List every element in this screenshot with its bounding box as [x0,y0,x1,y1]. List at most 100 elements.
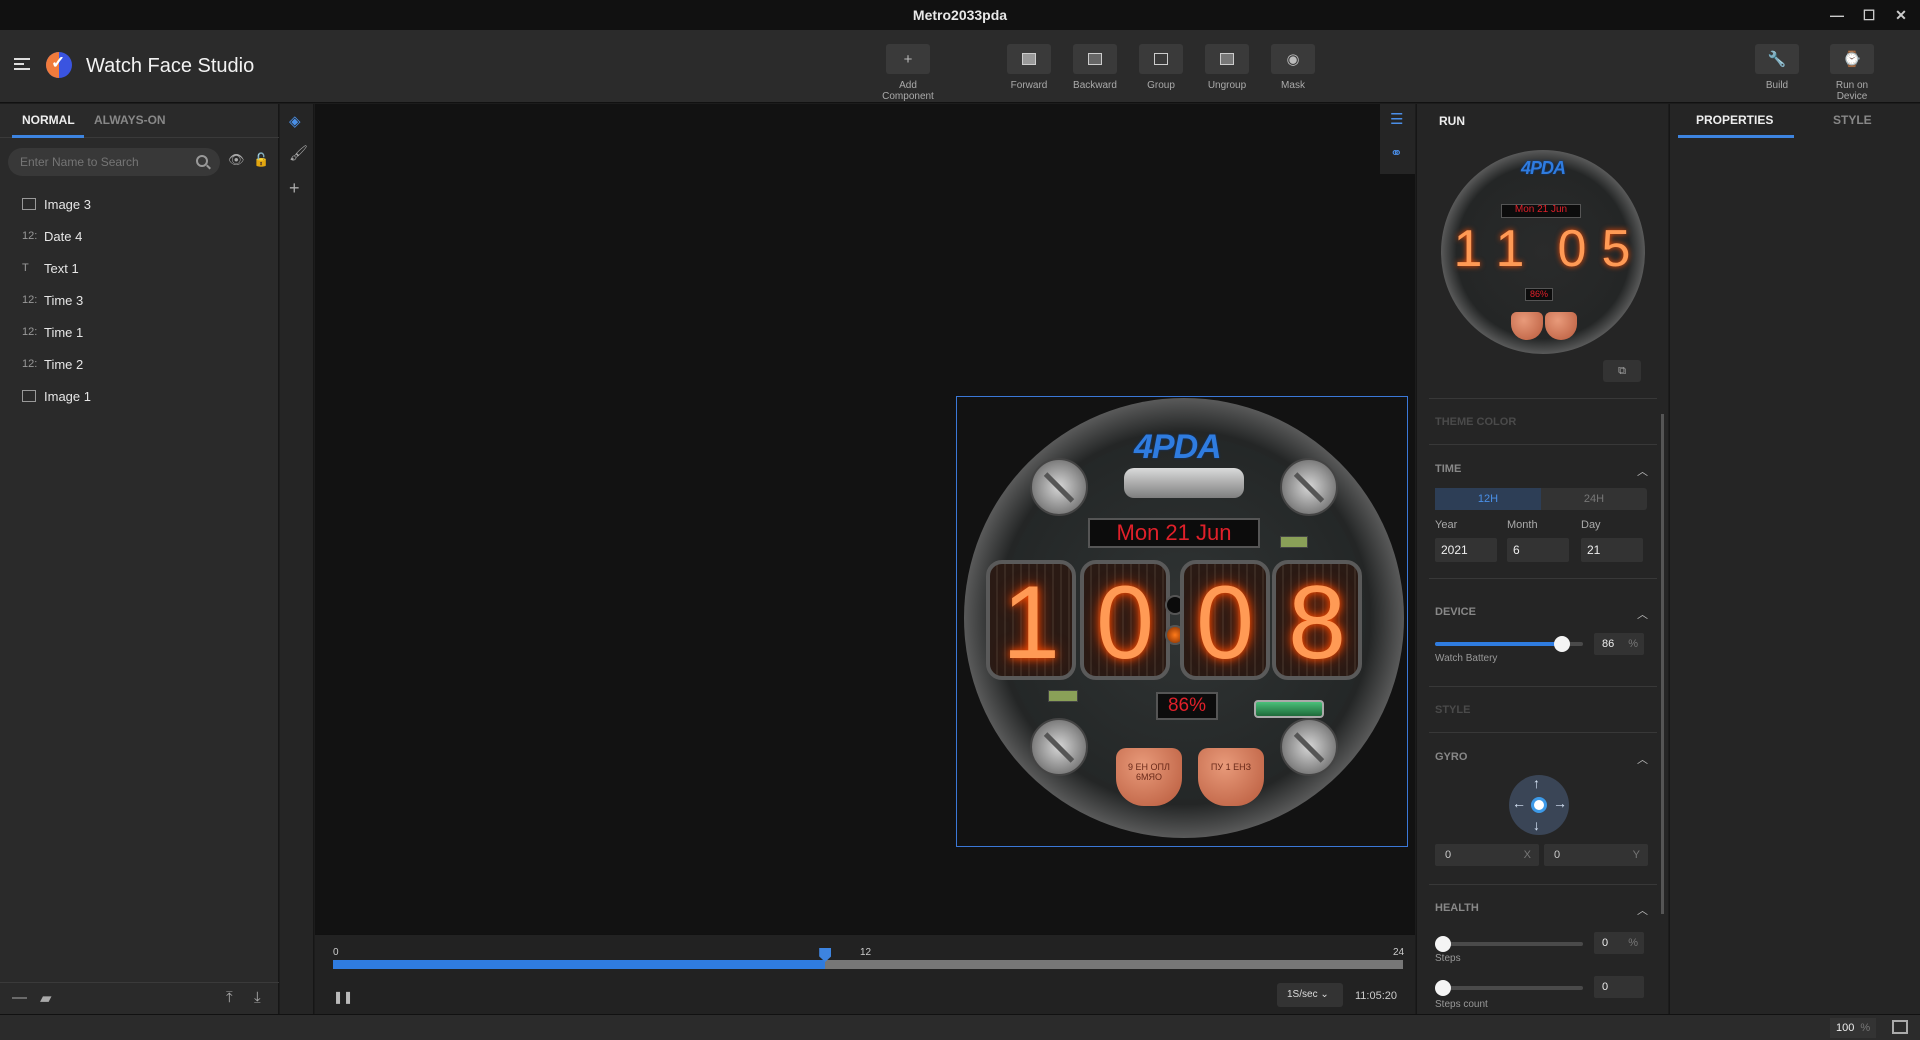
run-panel-scrollbar[interactable] [1661,414,1664,914]
brush-icon[interactable]: 🖌 [289,144,308,162]
watch-face-selection[interactable]: 4PDA Mon 21 Jun 1 0 0 8 86% 9 ЕН ОПЛ 6МЯ… [956,396,1408,847]
ungroup-button[interactable]: Ungroup [1195,44,1259,91]
divider [1429,578,1657,579]
external-link-icon[interactable]: ⧉ [1603,360,1641,382]
divider [1429,732,1657,733]
date-icon: 12: [22,230,38,242]
speed-value: 1S/sec [1287,989,1318,1000]
layer-item[interactable]: Image 3 [0,188,279,220]
health-section-header[interactable]: HEALTH [1435,902,1479,914]
add-component-label: Add Component [882,80,934,102]
layer-item[interactable]: T Text 1 [0,252,279,284]
gyro-section-header[interactable]: GYRO [1435,751,1467,763]
layer-item[interactable]: 12: Time 1 [0,316,279,348]
mask-button[interactable]: ◉ Mask [1261,44,1325,91]
device-section-header[interactable]: DEVICE [1435,606,1476,618]
mask-label: Mask [1281,80,1305,91]
group-button[interactable]: Group [1129,44,1193,91]
watch-face: 4PDA Mon 21 Jun 1 0 0 8 86% 9 ЕН ОПЛ 6МЯ… [964,398,1404,838]
time-format-toggle: 12H 24H [1435,488,1647,510]
vacuum-tube-decoration [1124,468,1244,498]
chevron-up-icon[interactable]: ︿ [1637,606,1648,622]
gyro-x-input[interactable]: 0X [1435,844,1539,866]
chevron-up-icon[interactable]: ︿ [1637,902,1648,918]
move-bottom-icon[interactable]: ⤓ [254,989,261,1006]
active-tab-indicator [12,135,84,138]
layer-label: Image 1 [44,388,91,404]
watch-battery-input[interactable]: 86% [1594,633,1644,655]
layers-icon[interactable]: ◈ [289,112,301,130]
folder-icon[interactable]: ▰ [40,989,52,1007]
layer-item[interactable]: Image 1 [0,380,279,412]
add-icon[interactable]: + [289,178,300,199]
close-button[interactable]: ✕ [1892,7,1910,24]
remove-layer-icon[interactable]: — [12,989,27,1006]
steps-count-slider[interactable] [1435,980,1583,996]
forward-button[interactable]: Forward [997,44,1061,91]
gyro-control[interactable]: ↑ ↓ ← → [1509,775,1569,835]
format-12h[interactable]: 12H [1435,488,1541,510]
timeline-track[interactable] [333,948,1403,969]
tab-normal[interactable]: NORMAL [22,113,75,127]
year-input[interactable] [1435,538,1497,562]
run-on-device-button[interactable]: ⌚ Run on Device [1820,44,1884,102]
watch-battery-value: 86 [1602,638,1615,650]
tab-always-on[interactable]: ALWAYS-ON [94,113,166,127]
toolbar: Watch Face Studio + Add Component Forwar… [0,30,1920,103]
steps-count-input[interactable]: 0 [1594,976,1644,998]
theme-color-header[interactable]: THEME COLOR [1435,416,1516,428]
fit-screen-icon[interactable] [1892,1020,1908,1034]
lock-icon[interactable]: 🔓 [253,152,269,168]
hour-tens-digit: 1 [1002,565,1060,681]
slider-knob[interactable] [1435,936,1451,952]
tab-style[interactable]: STYLE [1833,113,1872,127]
maximize-button[interactable]: ☐ [1860,7,1878,24]
timeline-start-label: 0 [333,947,339,958]
gyro-y-label: Y [1632,849,1640,861]
status-bar: 100% [0,1014,1920,1040]
slider-knob[interactable] [1435,980,1451,996]
steps-slider[interactable] [1435,936,1583,952]
backward-button[interactable]: Backward [1063,44,1127,91]
arrow-down-icon: ↓ [1533,817,1540,833]
layer-item[interactable]: 12: Date 4 [0,220,279,252]
time-icon: 12: [22,358,38,370]
format-24h[interactable]: 24H [1541,488,1647,510]
layer-search-input[interactable] [8,148,220,176]
window-title: Metro2033pda [912,7,1008,23]
timeline-mid-label: 12 [860,947,872,958]
adjust-icon[interactable]: ☰ [1390,110,1403,128]
month-input[interactable] [1507,538,1569,562]
style-section-header[interactable]: STYLE [1435,704,1470,716]
canvas-area[interactable]: 4PDA Mon 21 Jun 1 0 0 8 86% 9 ЕН ОПЛ 6МЯ… [315,104,1415,934]
chevron-up-icon[interactable]: ︿ [1637,751,1648,767]
layer-item[interactable]: 12: Time 3 [0,284,279,316]
minimize-button[interactable]: — [1828,7,1846,23]
move-top-icon[interactable]: ⤒ [226,989,233,1006]
link-icon[interactable]: ⚭ [1390,144,1403,162]
time-section-header[interactable]: TIME [1435,463,1461,475]
visibility-icon[interactable]: 👁 [228,152,245,168]
day-input[interactable] [1581,538,1643,562]
menu-icon[interactable] [14,58,30,72]
pause-icon[interactable]: ❚❚ [333,990,353,1004]
chevron-up-icon[interactable]: ︿ [1637,463,1648,479]
gyro-y-input[interactable]: 0Y [1544,844,1648,866]
steps-count-value: 0 [1602,981,1609,993]
steps-input[interactable]: 0% [1594,932,1644,954]
zoom-input[interactable]: 100% [1830,1018,1876,1038]
add-component-button[interactable]: + Add Component [876,44,940,102]
brand-logo: 4PDA [1134,428,1222,466]
watch-battery-label: Watch Battery [1435,653,1498,664]
speed-select[interactable]: 1S/sec ⌄ [1277,983,1343,1007]
nixie-tube: 1 [986,560,1076,681]
slider-knob[interactable] [1554,636,1571,652]
layer-item[interactable]: 12: Time 2 [0,348,279,380]
divider [1429,444,1657,445]
build-button[interactable]: 🔧 Build [1745,44,1809,91]
search-icon[interactable] [196,155,208,167]
watch-battery-slider[interactable] [1435,636,1583,652]
steps-count-label: Steps count [1435,999,1488,1010]
tab-properties[interactable]: PROPERTIES [1696,113,1773,127]
layer-label: Date 4 [44,228,83,244]
